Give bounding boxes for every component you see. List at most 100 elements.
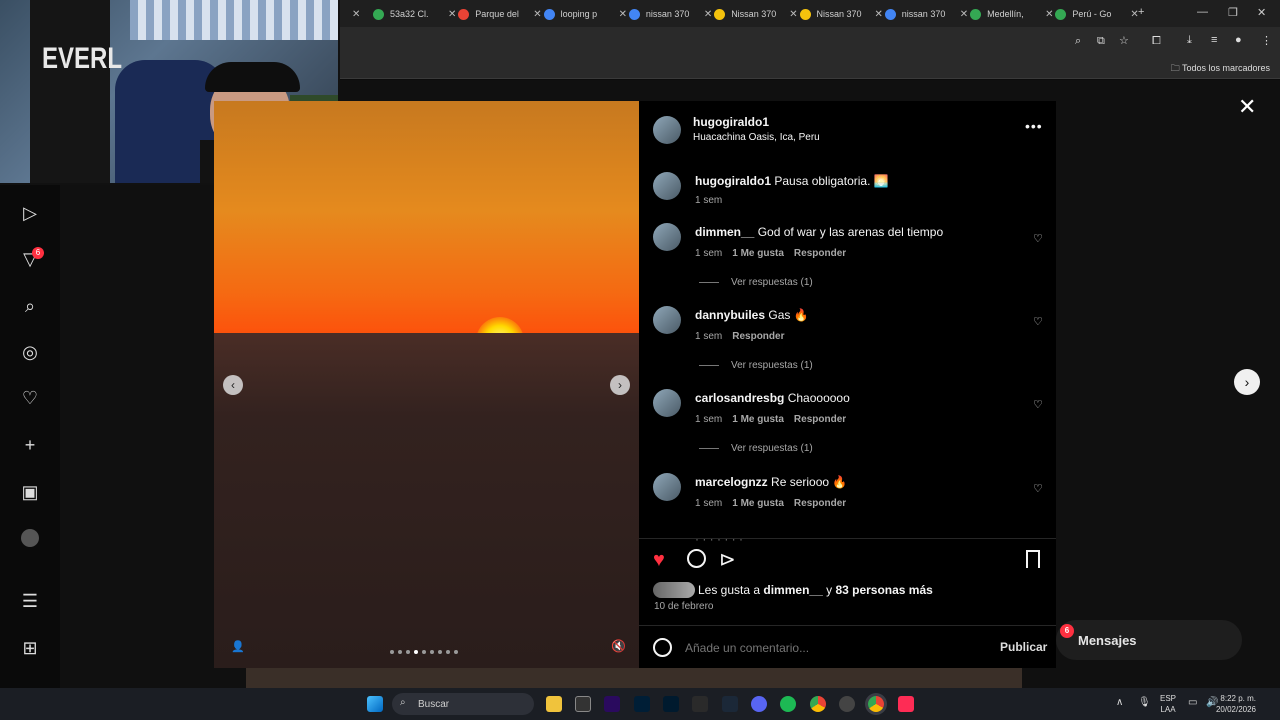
tab-close-icon[interactable]: ✕ [960, 9, 968, 20]
comment-like-icon[interactable]: ♡ [1033, 316, 1045, 328]
next-post-button[interactable]: › [1234, 369, 1260, 395]
close-window-icon[interactable]: ✕ [1257, 6, 1266, 19]
publish-button[interactable]: Publicar [1000, 640, 1047, 654]
comment-username[interactable]: dimmen__ [695, 225, 754, 239]
tab-close-icon[interactable]: ✕ [875, 9, 883, 20]
comment-icon[interactable] [687, 549, 706, 568]
system-clock[interactable]: 8:22 p. m. 20/02/2026 [1216, 693, 1256, 715]
create-icon[interactable]: + [19, 434, 41, 456]
zoom-icon[interactable]: ⌕ [1075, 35, 1081, 48]
comment-likes[interactable]: 1 Me gusta [732, 498, 784, 509]
tab-close-icon[interactable]: ✕ [704, 9, 712, 20]
caption-username[interactable]: hugogiraldo1 [695, 174, 771, 188]
carousel-next-button[interactable]: › [610, 375, 630, 395]
new-tab-button[interactable]: + [1138, 6, 1144, 18]
tray-chevron-icon[interactable]: ∧ [1116, 697, 1123, 708]
comment-like-icon[interactable]: ♡ [1033, 483, 1045, 495]
photoshop-icon[interactable] [634, 696, 650, 712]
comment-avatar[interactable] [653, 306, 681, 334]
browser-tab[interactable]: Parque del ✕ [458, 4, 542, 24]
share-icon[interactable]: ⊳ [719, 547, 736, 572]
reply-button[interactable]: Responder [732, 331, 784, 342]
install-icon[interactable]: ⧉ [1097, 35, 1105, 48]
browser-tab[interactable]: Medellín, ✕ [970, 4, 1053, 24]
language-indicator[interactable]: ESP LAA [1160, 693, 1176, 715]
like-heart-icon[interactable]: ♥ [653, 549, 665, 572]
tiktok-icon[interactable] [898, 696, 914, 712]
premiere-icon[interactable] [604, 696, 620, 712]
browser-tab[interactable]: looping p ✕ [543, 4, 627, 24]
comment-avatar[interactable] [653, 473, 681, 501]
author-avatar[interactable] [653, 116, 681, 144]
comment-likes[interactable]: 1 Me gusta [732, 248, 784, 259]
comment-avatar[interactable] [653, 223, 681, 251]
minimize-icon[interactable]: — [1197, 6, 1208, 18]
caption-avatar[interactable] [653, 172, 681, 200]
file-explorer-icon[interactable] [546, 696, 562, 712]
comment-username[interactable]: marcelognzz [695, 475, 768, 489]
reply-button[interactable]: Responder [794, 248, 846, 259]
reels-icon[interactable]: ▷ [19, 202, 41, 224]
spotify-icon[interactable] [780, 696, 796, 712]
maximize-icon[interactable]: ❐ [1228, 6, 1238, 19]
tab-close-icon[interactable]: ✕ [789, 9, 797, 20]
comment-likes[interactable]: 1 Me gusta [732, 414, 784, 425]
browser-tab[interactable]: Nissan 370 ✕ [714, 4, 798, 24]
close-post-icon[interactable]: ✕ [1238, 94, 1256, 120]
browser-tab[interactable]: nissan 370 ✕ [884, 4, 968, 24]
extensions-icon[interactable]: ⧠ [1152, 35, 1161, 48]
view-replies-button[interactable]: Ver respuestas (1) [699, 443, 813, 454]
steam-icon[interactable] [722, 696, 738, 712]
bookmark-star-icon[interactable]: ☆ [1119, 34, 1129, 47]
likes-summary[interactable]: Les gusta a dimmen__ y 83 personas más [698, 583, 933, 597]
all-bookmarks-link[interactable]: 🗀 Todos los marcadores [1171, 61, 1270, 77]
app-icon[interactable] [575, 696, 591, 712]
comment-input[interactable] [685, 638, 985, 658]
browser-tab[interactable]: Perú - Go ✕ [1055, 4, 1139, 24]
also-from-meta-icon[interactable]: ⊞ [19, 637, 41, 659]
messages-widget[interactable]: 6 Mensajes [1056, 620, 1242, 660]
emoji-icon[interactable] [653, 638, 672, 657]
view-replies-button[interactable]: Ver respuestas (1) [699, 277, 813, 288]
microphone-icon[interactable]: 🎙 [1138, 697, 1151, 708]
comment-like-icon[interactable]: ♡ [1033, 233, 1045, 245]
search-icon[interactable]: ⌕ [19, 295, 41, 317]
notifications-heart-icon[interactable]: ♡ [19, 387, 41, 409]
tab-close-icon[interactable]: ✕ [1045, 9, 1053, 20]
mute-icon[interactable]: 🔇 [611, 639, 626, 653]
app-icon[interactable] [839, 696, 855, 712]
network-icon[interactable]: ▭ [1188, 697, 1197, 708]
comment-avatar[interactable] [653, 389, 681, 417]
likes-others[interactable]: 83 personas más [835, 583, 932, 597]
browser-tab[interactable]: Nissan 370 ✕ [799, 4, 883, 24]
comment-username[interactable]: carlosandresbg [695, 391, 784, 405]
tab-close-icon[interactable]: ✕ [533, 9, 541, 20]
download-icon[interactable]: ⤓ [1187, 34, 1192, 47]
more-options-icon[interactable]: ••• [1025, 118, 1043, 134]
menu-icon[interactable]: ⋮ [1261, 34, 1272, 47]
reading-list-icon[interactable]: ≡ [1211, 34, 1217, 46]
view-replies-button[interactable]: Ver respuestas (1) [699, 360, 813, 371]
profile-avatar[interactable]: ● [1235, 34, 1242, 46]
comment-username[interactable]: dannybuiles [695, 308, 765, 322]
likes-user[interactable]: dimmen__ [763, 583, 822, 597]
tagged-user-icon[interactable]: 👤 [231, 640, 245, 653]
author-username[interactable]: hugogiraldo1 [693, 115, 769, 129]
more-menu-icon[interactable]: ☰ [19, 590, 41, 612]
dashboard-icon[interactable]: ▣ [19, 481, 41, 503]
tab-close-active[interactable]: ✕ [344, 4, 360, 24]
comment-like-icon[interactable]: ♡ [1033, 399, 1045, 411]
profile-avatar-icon[interactable] [19, 527, 41, 549]
taskbar-search[interactable]: ⌕ Buscar [392, 693, 534, 715]
tab-close-icon[interactable]: ✕ [448, 9, 456, 20]
save-bookmark-icon[interactable] [1026, 550, 1040, 568]
post-media[interactable]: ‹ › 👤 🔇 [214, 101, 639, 668]
lightroom-icon[interactable] [663, 696, 679, 712]
start-icon[interactable] [367, 696, 383, 712]
chrome-icon[interactable] [810, 696, 826, 712]
explore-icon[interactable]: ◎ [19, 341, 41, 363]
reply-button[interactable]: Responder [794, 414, 846, 425]
chrome-active-icon[interactable] [868, 696, 884, 712]
reply-button[interactable]: Responder [794, 498, 846, 509]
discord-icon[interactable] [751, 696, 767, 712]
